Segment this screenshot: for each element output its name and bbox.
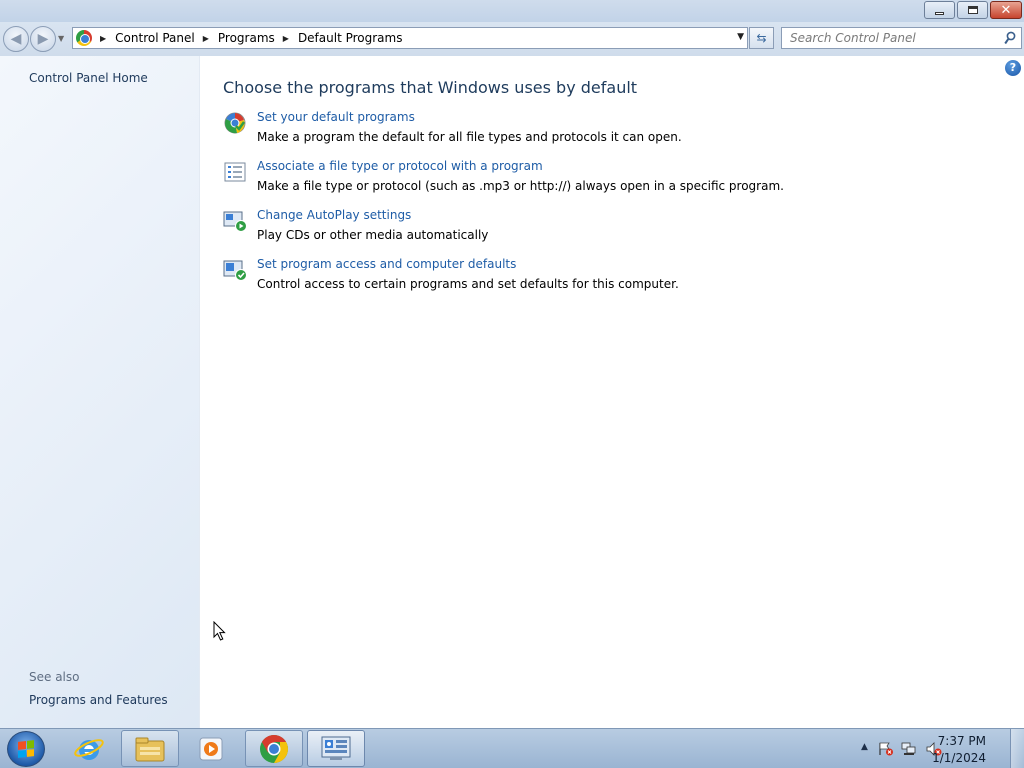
navigation-bar: ◀ ▶ ▼ ▶ Control Panel ▶ Programs ▶ Defau… (0, 22, 1024, 56)
task-program-access: Set program access and computer defaults… (223, 257, 923, 297)
control-panel-icon (321, 736, 351, 760)
windows-explorer-icon (135, 737, 165, 761)
file-association-icon (224, 162, 246, 182)
search-input[interactable] (790, 31, 995, 45)
window-titlebar: ✕ (0, 0, 1024, 22)
show-hidden-icons-icon[interactable]: ▲ (861, 742, 868, 752)
breadcrumb-default-programs[interactable]: Default Programs (298, 31, 403, 45)
close-icon: ✕ (1000, 2, 1012, 18)
task-description: Make a program the default for all file … (257, 130, 682, 144)
back-button[interactable]: ◀ (3, 26, 29, 52)
task-change-autoplay: Change AutoPlay settings Play CDs or oth… (223, 208, 923, 248)
media-player-icon (199, 737, 223, 760)
task-description: Control access to certain programs and s… (257, 277, 679, 291)
task-description: Play CDs or other media automatically (257, 228, 489, 242)
breadcrumb-separator-icon[interactable]: ▶ (283, 34, 289, 43)
address-bar[interactable]: ▶ Control Panel ▶ Programs ▶ Default Pro… (72, 27, 748, 49)
clock-time[interactable]: 7:37 PM (938, 734, 986, 748)
network-icon[interactable] (901, 742, 917, 756)
maximize-button[interactable] (957, 1, 988, 19)
autoplay-icon (223, 211, 247, 232)
set-default-programs-link[interactable]: Set your default programs (257, 110, 415, 124)
program-access-icon (223, 260, 247, 281)
main-content: ? Choose the programs that Windows uses … (201, 56, 1024, 728)
change-autoplay-link[interactable]: Change AutoPlay settings (257, 208, 411, 222)
caption-buttons: ✕ (924, 1, 1022, 19)
recent-pages-dropdown[interactable]: ▼ (58, 34, 64, 43)
program-access-defaults-link[interactable]: Set program access and computer defaults (257, 257, 516, 271)
system-tray: ▲ 7:37 PM 1/1/2024 (834, 729, 1024, 768)
control-panel-home-link[interactable]: Control Panel Home (29, 71, 148, 85)
refresh-button[interactable]: ⇆ (749, 27, 774, 49)
windows-logo-icon (18, 740, 34, 758)
address-dropdown-icon[interactable]: ▼ (737, 32, 744, 42)
see-also-heading: See also (29, 670, 80, 684)
taskbar-media-player[interactable] (182, 730, 240, 767)
associate-file-type-link[interactable]: Associate a file type or protocol with a… (257, 159, 543, 173)
chrome-icon (260, 734, 288, 763)
show-desktop-button[interactable] (1010, 729, 1024, 768)
minimize-icon (935, 11, 944, 15)
internet-explorer-icon (74, 738, 104, 760)
breadcrumb-control-panel[interactable]: Control Panel (115, 31, 195, 45)
taskbar-chrome[interactable] (245, 730, 303, 767)
refresh-icon: ⇆ (756, 31, 767, 45)
taskbar-control-panel[interactable] (307, 730, 365, 767)
taskbar-windows-explorer[interactable] (121, 730, 179, 767)
help-icon[interactable]: ? (1005, 60, 1021, 76)
back-arrow-icon: ◀ (10, 31, 22, 47)
default-programs-icon (224, 112, 246, 134)
taskbar-internet-explorer[interactable] (60, 730, 118, 767)
search-icon[interactable] (1004, 31, 1016, 45)
start-button[interactable] (7, 731, 45, 767)
breadcrumb-separator-icon[interactable]: ▶ (100, 34, 106, 43)
task-set-default-programs: Set your default programs Make a program… (223, 110, 923, 150)
breadcrumb-programs[interactable]: Programs (218, 31, 275, 45)
page-title: Choose the programs that Windows uses by… (223, 78, 638, 97)
forward-arrow-icon: ▶ (37, 31, 49, 47)
control-panel-location-icon (76, 30, 92, 46)
clock-date[interactable]: 1/1/2024 (932, 751, 986, 765)
minimize-button[interactable] (924, 1, 955, 19)
close-button[interactable]: ✕ (990, 1, 1022, 19)
search-box[interactable] (781, 27, 1022, 49)
maximize-icon (967, 6, 978, 14)
mouse-cursor-icon (213, 621, 226, 641)
task-description: Make a file type or protocol (such as .m… (257, 179, 784, 193)
forward-button[interactable]: ▶ (30, 26, 56, 52)
task-associate-file-type: Associate a file type or protocol with a… (223, 159, 923, 199)
action-center-icon[interactable] (878, 742, 894, 756)
breadcrumb-separator-icon[interactable]: ▶ (203, 34, 209, 43)
taskbar: ▲ 7:37 PM 1/1/2024 (0, 728, 1024, 768)
left-pane: Control Panel Home See also Programs and… (0, 56, 200, 728)
programs-and-features-link[interactable]: Programs and Features (29, 693, 168, 707)
